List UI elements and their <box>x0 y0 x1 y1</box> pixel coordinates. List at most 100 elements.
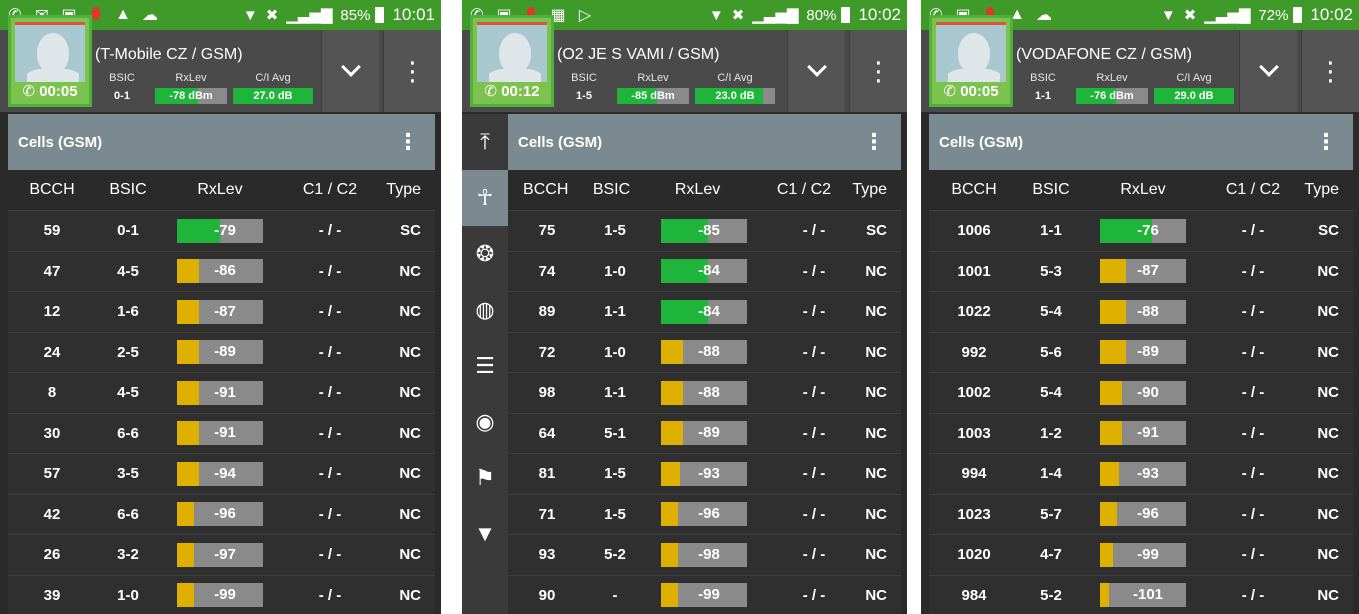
table-row[interactable]: 984 5-2 -101 - / - NC <box>929 574 1353 614</box>
type-cell: NC <box>1317 424 1339 442</box>
bsic-cell: 5-4 <box>1040 384 1062 402</box>
table-row[interactable]: 89 1-1 -84 - / - NC <box>508 291 901 332</box>
rxlev-cell: -99 <box>160 583 280 608</box>
table-row[interactable]: 47 4-5 -86 - / - NC <box>8 250 435 291</box>
overflow-menu-button[interactable]: ⋮ <box>383 30 441 112</box>
call-timer-text: 00:12 <box>501 83 540 100</box>
section-menu-icon[interactable]: ⋮ <box>397 129 419 155</box>
bsic-cell: 5-4 <box>1040 303 1062 321</box>
more-vert-icon: ⋮ <box>865 55 892 86</box>
rxlev-bar: -89 <box>1100 340 1186 365</box>
bsic-cell: 5-6 <box>1040 343 1062 361</box>
table-row[interactable]: 59 0-1 -79 - / - SC <box>8 210 435 251</box>
signal-icon: ▁▃▅▇ <box>1204 7 1251 24</box>
bcch-cell: 992 <box>961 343 987 361</box>
rxlev-value: -76 <box>1137 221 1159 239</box>
rxlev-value: -89 <box>1137 343 1159 361</box>
table-row[interactable]: 57 3-5 -94 - / - NC <box>8 453 435 494</box>
rxlev-cell: -89 <box>644 421 764 446</box>
column-header: BCCH <box>523 181 569 198</box>
table-row[interactable]: 1002 5-4 -90 - / - NC <box>929 372 1353 413</box>
cells-table: BCCH BSIC RxLev C1 / C2 Type 1006 1-1 -76 - / - S… <box>929 170 1353 614</box>
bsic-cell: 1-0 <box>117 586 139 604</box>
table-row[interactable]: 24 2-5 -89 - / - NC <box>8 331 435 372</box>
c1c2-cell: - / - <box>318 505 342 523</box>
rail-item-upload[interactable]: ⤒ <box>462 114 508 170</box>
table-row[interactable]: 12 1-6 -87 - / - NC <box>8 291 435 332</box>
table-row[interactable]: 42 6-6 -96 - / - NC <box>8 493 435 534</box>
rxlev-cell: -89 <box>1083 340 1203 365</box>
table-row[interactable]: 75 1-5 -85 - / - SC <box>508 210 901 251</box>
table-row[interactable]: 98 1-1 -88 - / - NC <box>508 372 901 413</box>
section-menu-icon[interactable]: ⋮ <box>863 129 885 155</box>
table-row[interactable]: 1020 4-7 -99 - / - NC <box>929 534 1353 575</box>
battery-percent: 85% <box>340 6 371 24</box>
rxlev-bar: -84 <box>661 259 747 284</box>
location-pin-icon: ▼ <box>1160 6 1176 24</box>
expand-button[interactable] <box>321 30 379 112</box>
type-cell: NC <box>399 343 421 361</box>
expand-button[interactable] <box>1239 30 1297 112</box>
type-cell: SC <box>400 222 421 240</box>
overflow-menu-button[interactable]: ⋮ <box>1301 30 1359 112</box>
c1c2-cell: - / - <box>1241 465 1265 483</box>
bcch-cell: 8 <box>47 384 57 402</box>
table-row[interactable]: 30 6-6 -91 - / - NC <box>8 412 435 453</box>
caller-avatar[interactable]: ✆ 00:05 <box>929 15 1013 107</box>
rail-item-globe[interactable]: ◍ <box>462 282 508 338</box>
rxlev-cell: -86 <box>160 259 280 284</box>
table-row[interactable]: 90 - -99 - / - NC <box>508 574 901 614</box>
rail-item-list[interactable]: ☰ <box>462 338 508 394</box>
table-row[interactable]: 1001 5-3 -87 - / - NC <box>929 250 1353 291</box>
table-row[interactable]: 1023 5-7 -96 - / - NC <box>929 493 1353 534</box>
section-menu-icon[interactable]: ⋮ <box>1315 129 1337 155</box>
phone-screen-vodafone: ✆▣⬮▲☁▼✖▁▃▅▇72%10:02(VODAFONE CZ / GSM)BS… <box>921 0 1359 614</box>
table-row[interactable]: 72 1-0 -88 - / - NC <box>508 331 901 372</box>
table-row[interactable]: 71 1-5 -96 - / - NC <box>508 493 901 534</box>
rxlev-cell: -89 <box>160 340 280 365</box>
bcch-cell: 994 <box>961 465 987 483</box>
table-row[interactable]: 994 1-4 -93 - / - NC <box>929 453 1353 494</box>
rail-item-flag[interactable]: ⚑ <box>462 450 508 506</box>
bcch-cell: 72 <box>538 343 556 361</box>
bcch-cell: 1022 <box>957 303 991 321</box>
rail-item-location[interactable]: ▼ <box>462 506 508 562</box>
ci-metric: C/I Avg 27.0 dB <box>233 72 313 104</box>
table-row[interactable]: 1022 5-4 -88 - / - NC <box>929 291 1353 332</box>
caller-avatar[interactable]: ✆ 00:05 <box>8 15 92 107</box>
caller-avatar[interactable]: ✆ 00:12 <box>470 15 554 107</box>
expand-button[interactable] <box>787 30 845 112</box>
table-row[interactable]: 1006 1-1 -76 - / - SC <box>929 210 1353 251</box>
location-pin-icon: ▼ <box>708 6 724 24</box>
table-row[interactable]: 64 5-1 -89 - / - NC <box>508 412 901 453</box>
section-title: Cells (GSM) <box>939 133 1024 151</box>
section-title: Cells (GSM) <box>518 133 603 151</box>
rxlev-value: -86 <box>214 262 236 280</box>
table-row[interactable]: 26 3-2 -97 - / - NC <box>8 534 435 575</box>
overflow-menu-button[interactable]: ⋮ <box>849 30 907 112</box>
rail-item-network[interactable]: ❂ <box>462 226 508 282</box>
call-timer: ✆ 00:05 <box>932 82 1010 100</box>
table-row[interactable]: 39 1-0 -99 - / - NC <box>8 574 435 614</box>
bsic-metric-text: 1-1 <box>1035 90 1051 102</box>
table-row[interactable]: 81 1-5 -93 - / - NC <box>508 453 901 494</box>
rail-item-antenna[interactable]: ☥ <box>462 170 508 226</box>
rxlev-bar: -91 <box>177 380 263 405</box>
column-header: C1 / C2 <box>1225 181 1281 198</box>
table-row[interactable]: 1003 1-2 -91 - / - NC <box>929 412 1353 453</box>
rxlev-value: -87 <box>1137 262 1159 280</box>
table-row[interactable]: 992 5-6 -89 - / - NC <box>929 331 1353 372</box>
rxlev-bar: -99 <box>177 583 263 608</box>
rail-item-alert-circle[interactable]: ◉ <box>462 394 508 450</box>
rxlev-value: -89 <box>214 343 236 361</box>
table-row[interactable]: 8 4-5 -91 - / - NC <box>8 372 435 413</box>
c1c2-cell: - / - <box>1241 546 1265 564</box>
rxlev-cell: -99 <box>1083 542 1203 567</box>
table-row[interactable]: 74 1-0 -84 - / - NC <box>508 250 901 291</box>
bsic-cell: 1-6 <box>117 303 139 321</box>
table-row[interactable]: 93 5-2 -98 - / - NC <box>508 534 901 575</box>
type-cell: NC <box>865 586 887 604</box>
table-header: BCCH BSIC RxLev C1 / C2 Type <box>8 170 435 210</box>
signal-icon: ▁▃▅▇ <box>752 7 799 24</box>
rxlev-value: -96 <box>698 505 720 523</box>
